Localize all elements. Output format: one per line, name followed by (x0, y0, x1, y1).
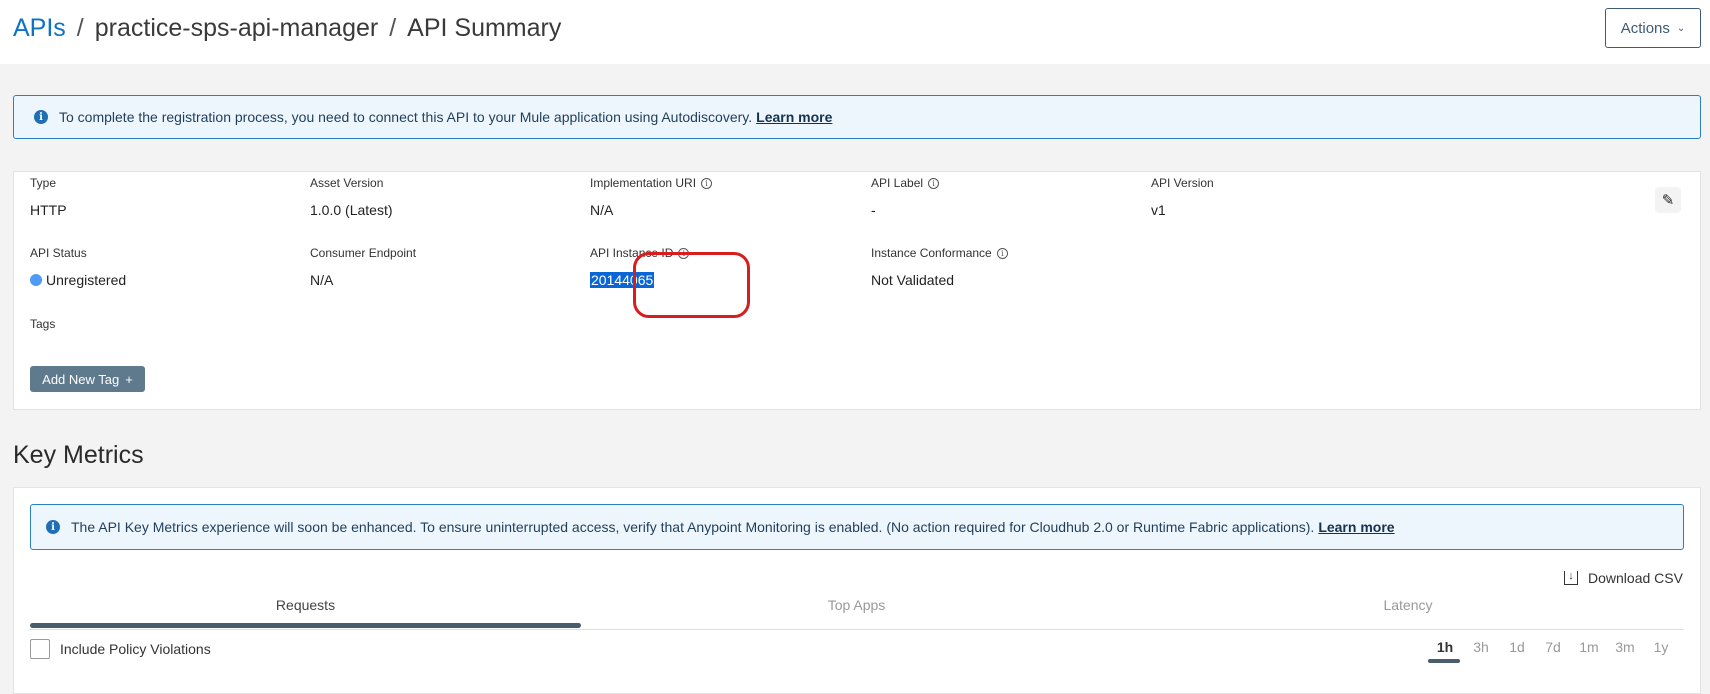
tab-divider (30, 629, 1684, 630)
breadcrumb: APIs / practice-sps-api-manager / API Summar… (13, 14, 561, 43)
field-label: Type (30, 176, 57, 190)
field-label: Consumer Endpoint (310, 246, 417, 260)
info-icon[interactable]: i (701, 177, 713, 189)
chevron-down-icon: ⌄ (1676, 22, 1686, 34)
field-value: N/A (590, 202, 614, 218)
field-label: API Label i (871, 176, 940, 190)
edit-button[interactable]: ✎ (1655, 187, 1681, 213)
add-new-tag-label: Add New Tag (42, 371, 120, 387)
field-label: Tags (30, 317, 56, 331)
range-1y[interactable]: 1y (1643, 639, 1679, 655)
field-implementation-uri: Implementation URI i N/A (590, 176, 713, 218)
field-value: 1.0.0 (Latest) (310, 202, 393, 218)
download-csv-button[interactable]: ↓ Download CSV (1564, 570, 1683, 586)
breadcrumb-separator: / (389, 14, 397, 42)
add-new-tag-button[interactable]: Add New Tag + (30, 366, 145, 392)
field-tags: Tags (30, 317, 55, 331)
field-value: v1 (1151, 202, 1166, 218)
range-3m[interactable]: 3m (1607, 639, 1643, 655)
info-icon: i (46, 520, 60, 534)
breadcrumb-apis-link[interactable]: APIs (13, 14, 66, 42)
key-metrics-info-banner: i The API Key Metrics experience will so… (30, 504, 1684, 550)
breadcrumb-separator: / (76, 14, 84, 42)
include-policy-violations-label: Include Policy Violations (60, 641, 211, 657)
page-title: API Summary (407, 14, 562, 42)
field-type: Type HTTP (30, 176, 67, 218)
status-dot-icon (30, 274, 42, 286)
field-label-text: Instance Conformance (871, 246, 992, 260)
field-asset-version: Asset Version 1.0.0 (Latest) (310, 176, 393, 218)
key-metrics-banner-text: The API Key Metrics experience will soon… (71, 519, 1315, 535)
field-label: API Version (1151, 176, 1214, 190)
field-api-label: API Label i - (871, 176, 940, 218)
active-range-indicator (1428, 659, 1460, 663)
learn-more-link[interactable]: Learn more (1318, 519, 1394, 535)
range-3h[interactable]: 3h (1463, 639, 1499, 655)
info-icon[interactable]: i (928, 177, 940, 189)
field-label: Asset Version (310, 176, 384, 190)
breadcrumb-app[interactable]: practice-sps-api-manager (95, 14, 378, 42)
field-api-version: API Version v1 (1151, 176, 1214, 218)
api-status-value: Unregistered (46, 272, 127, 288)
field-value: - (871, 202, 876, 218)
field-value: Unregistered (30, 272, 126, 288)
field-label: API Status (30, 246, 87, 260)
field-label: Instance Conformance i (871, 246, 1008, 260)
info-icon: i (34, 110, 48, 124)
range-1h[interactable]: 1h (1427, 639, 1463, 655)
tab-requests[interactable]: Requests (30, 597, 581, 613)
range-7d[interactable]: 7d (1535, 639, 1571, 655)
field-label: Implementation URI i (590, 176, 713, 190)
key-metrics-title: Key Metrics (13, 441, 144, 469)
field-api-status: API Status Unregistered (30, 246, 126, 288)
field-value: N/A (310, 272, 334, 288)
annotation-circle (633, 252, 750, 318)
active-tab-indicator (30, 623, 581, 628)
field-label-text: API Label (871, 176, 924, 190)
info-icon[interactable]: i (996, 247, 1008, 259)
field-value: Not Validated (871, 272, 955, 288)
field-label-text: Implementation URI (590, 176, 697, 190)
registration-banner-text: To complete the registration process, yo… (59, 109, 753, 125)
field-consumer-endpoint: Consumer Endpoint N/A (310, 246, 416, 288)
api-summary-card: Type HTTP Asset Version 1.0.0 (Latest) I… (13, 171, 1701, 410)
tab-top-apps[interactable]: Top Apps (581, 597, 1132, 613)
include-policy-violations-checkbox[interactable] (30, 639, 50, 659)
actions-button-label: Actions (1620, 19, 1670, 37)
range-1d[interactable]: 1d (1499, 639, 1535, 655)
download-icon: ↓ (1564, 571, 1578, 585)
learn-more-link[interactable]: Learn more (756, 109, 832, 125)
download-csv-label: Download CSV (1588, 570, 1683, 586)
field-value: HTTP (30, 202, 67, 218)
tab-latency[interactable]: Latency (1132, 597, 1684, 613)
page-header: APIs / practice-sps-api-manager / API Summar… (0, 0, 1710, 64)
plus-icon: + (125, 371, 133, 387)
actions-button[interactable]: Actions ⌄ (1605, 8, 1701, 48)
time-range-selector: 1h 3h 1d 7d 1m 3m 1y (1427, 639, 1679, 655)
field-instance-conformance: Instance Conformance i Not Validated (871, 246, 1008, 288)
registration-info-banner: i To complete the registration process, … (13, 95, 1701, 139)
range-1m[interactable]: 1m (1571, 639, 1607, 655)
pencil-icon: ✎ (1661, 192, 1675, 209)
